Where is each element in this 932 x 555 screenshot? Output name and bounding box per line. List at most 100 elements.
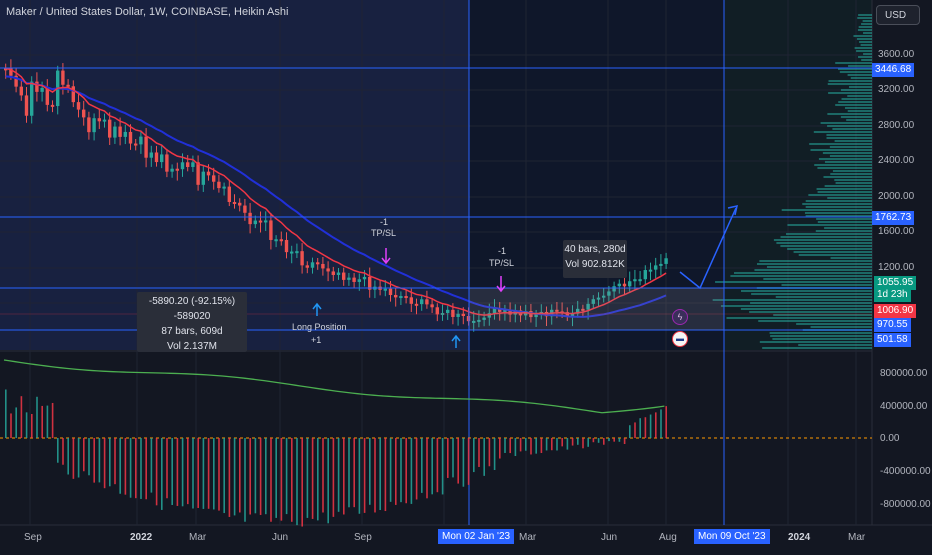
volume-profile-bar: [787, 224, 872, 226]
volume-profile-bar: [832, 128, 872, 130]
candle-body: [227, 186, 231, 203]
volume-profile-bar: [860, 44, 872, 46]
tpsl-count: -1: [498, 246, 507, 256]
candle-body: [628, 281, 632, 287]
oscillator-bar: [582, 438, 584, 449]
oscillator-bar: [348, 438, 350, 508]
candle-body: [622, 283, 627, 287]
candle-body: [82, 109, 86, 118]
volume-profile-bar: [733, 272, 872, 274]
candle-body: [290, 251, 294, 254]
oscillator-bar: [441, 438, 444, 495]
indicator-tick: 400000.00: [880, 401, 928, 412]
candle-body: [243, 205, 247, 213]
candle-body: [451, 309, 455, 317]
oscillator-bar: [181, 438, 184, 507]
volume-profile-bar: [854, 47, 872, 49]
candle-body: [175, 168, 179, 171]
volume-profile-bar: [781, 209, 872, 211]
candle-body: [420, 299, 424, 305]
candle-body: [643, 270, 647, 280]
candle-body: [633, 279, 637, 282]
volume-profile-bar: [809, 143, 872, 145]
volume-profile-bar: [823, 176, 872, 178]
candle-body: [30, 81, 34, 116]
candle-body: [264, 220, 268, 223]
oscillator-bar: [140, 438, 142, 499]
volume-profile-bar: [828, 92, 872, 94]
volume-profile-bar: [776, 242, 872, 244]
measure-box-left[interactable]: -5890.20 (-92.15%) -589020 87 bars, 609d…: [137, 292, 247, 352]
oscillator-bar: [15, 407, 17, 438]
candle-body: [24, 95, 29, 116]
oscillator-bar: [192, 438, 194, 509]
oscillator-bar: [46, 405, 49, 438]
oscillator-bar: [5, 389, 7, 438]
currency-button[interactable]: USD: [876, 5, 920, 25]
bar-countdown: 1d 23h: [874, 288, 911, 302]
volume-profile-bar: [841, 98, 872, 100]
candle-body: [212, 175, 216, 182]
volume-profile-bar: [793, 251, 872, 253]
oscillator-bar: [426, 438, 428, 499]
volume-profile-bar: [810, 149, 872, 151]
candle-body: [196, 162, 200, 185]
oscillator-bar: [639, 418, 641, 438]
measure-volume: Vol 2.137M: [166, 341, 218, 352]
candle-body: [648, 269, 653, 272]
candle-body: [357, 279, 361, 282]
volume-profile-bar: [730, 275, 872, 277]
candle-body: [383, 288, 387, 291]
oscillator-bar: [145, 438, 147, 500]
volume-profile-bar: [781, 284, 872, 286]
oscillator-bar: [660, 409, 662, 438]
oscillator-bar: [363, 438, 366, 513]
us-flag-icon[interactable]: ▬: [672, 331, 688, 347]
candle-body: [232, 202, 237, 205]
candle-body: [76, 102, 81, 110]
volume-profile-bar: [770, 335, 872, 337]
volume-profile-bar: [814, 164, 872, 166]
oscillator-bar: [135, 438, 137, 499]
oscillator-bar: [155, 438, 158, 506]
volume-profile-bar: [826, 137, 872, 139]
oscillator-bar: [166, 438, 168, 499]
candle-body: [305, 265, 309, 268]
volume-profile-bar: [834, 179, 872, 181]
oscillator-bar: [171, 438, 173, 505]
candle-body: [180, 162, 185, 170]
candle-body: [362, 276, 367, 280]
indicator-tick: -400000.00: [880, 466, 931, 477]
chart-canvas[interactable]: [0, 0, 932, 550]
volume-profile-bar: [835, 182, 872, 184]
lightning-icon[interactable]: ϟ: [672, 309, 688, 325]
volume-profile-bar: [839, 71, 872, 73]
long-position-count: +1: [311, 335, 322, 345]
candle-body: [248, 212, 252, 225]
tpsl-count: -1: [380, 217, 389, 227]
chart-area[interactable]: [0, 0, 932, 550]
candle-body: [128, 131, 133, 144]
oscillator-bar: [447, 438, 449, 478]
volume-profile-bar: [835, 104, 872, 106]
candle-body: [123, 131, 127, 137]
range-box: [469, 288, 724, 330]
volume-profile-bar: [863, 53, 872, 55]
time-label-highlight: Mon 02 Jan '23: [438, 529, 515, 544]
candle-body: [102, 119, 107, 122]
measure-box-right[interactable]: 40 bars, 280d Vol 902.812K: [563, 240, 627, 278]
oscillator-bar: [415, 438, 418, 500]
candle-body: [40, 87, 44, 92]
oscillator-bar: [587, 438, 589, 447]
volume-profile-bar: [805, 200, 872, 202]
oscillator-bar: [265, 438, 267, 515]
volume-profile-bar: [766, 266, 872, 268]
volume-profile-bar: [822, 152, 872, 154]
candle-body: [659, 263, 663, 266]
candle-body: [186, 162, 190, 167]
oscillator-bar: [436, 438, 439, 493]
volume-profile-bar: [763, 278, 872, 280]
oscillator-bar: [88, 438, 90, 476]
candle-body: [435, 307, 439, 315]
candle-body: [310, 262, 315, 268]
